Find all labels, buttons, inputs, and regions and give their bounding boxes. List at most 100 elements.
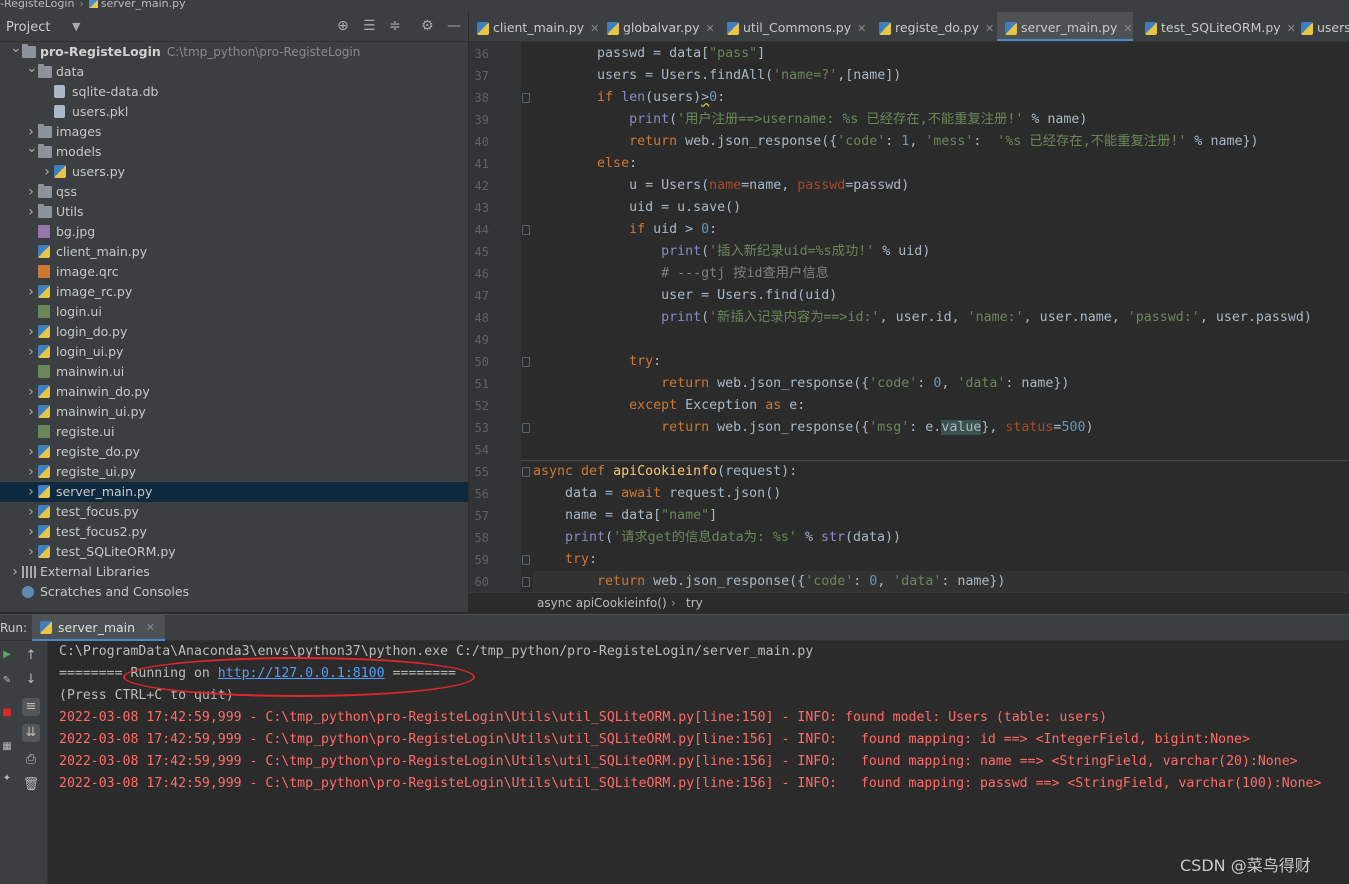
code-line[interactable]: if len(users)>0: [533, 87, 725, 109]
chevron-right-icon[interactable]: › [26, 462, 36, 482]
chevron-right-icon[interactable]: › [26, 322, 36, 342]
tree-item[interactable]: registe.ui [0, 422, 468, 442]
tree-item[interactable]: mainwin.ui [0, 362, 468, 382]
chevron-down-icon[interactable]: ⌄ [26, 58, 38, 78]
code-line[interactable]: return web.json_response({'code': 0, 'da… [533, 373, 1069, 395]
tree-item[interactable]: › mainwin_ui.py [0, 402, 468, 422]
tree-item[interactable]: › registe_do.py [0, 442, 468, 462]
close-icon[interactable]: ✕ [985, 22, 994, 35]
tree-item[interactable]: ⌄ models [0, 140, 468, 162]
chevron-right-icon[interactable]: › [26, 382, 36, 402]
code-line[interactable]: if uid > 0: [533, 219, 717, 241]
fold-marker-icon[interactable] [522, 225, 530, 235]
tree-item[interactable]: image.qrc [0, 262, 468, 282]
minimize-icon[interactable]: — [447, 19, 461, 33]
fold-marker-icon[interactable] [522, 467, 530, 477]
tree-item[interactable]: › mainwin_do.py [0, 382, 468, 402]
tree-item[interactable]: › login_do.py [0, 322, 468, 342]
trash-icon[interactable]: 🗑 [22, 776, 40, 794]
project-panel-title[interactable]: Project [6, 20, 50, 35]
code-line[interactable]: return web.json_response({'code': 1, 'me… [533, 131, 1258, 153]
code-line[interactable]: else: [533, 153, 637, 175]
chevron-down-icon[interactable]: ⌄ [26, 138, 38, 158]
editor-tab[interactable]: util_Commons.py ✕ [719, 12, 866, 41]
stop-icon[interactable]: ■ [1, 707, 13, 719]
tree-item[interactable]: › registe_ui.py [0, 462, 468, 482]
chevron-right-icon[interactable]: › [10, 562, 20, 582]
code-line[interactable]: async def apiCookieinfo(request): [533, 461, 797, 483]
fold-marker-icon[interactable] [522, 357, 530, 367]
fold-marker-icon[interactable] [522, 555, 530, 565]
code-editor[interactable]: 36 37 38 39 40 41 42 43 44 45 46 47 48 49 50 51 52 53 54 55… [469, 42, 1349, 592]
tree-item[interactable]: › External Libraries [0, 562, 468, 582]
tree-item[interactable]: › qss [0, 182, 468, 202]
chevron-right-icon[interactable]: › [26, 502, 36, 522]
tree-item[interactable]: › image_rc.py [0, 282, 468, 302]
editor-tab[interactable]: client_main.py ✕ [469, 12, 599, 41]
chevron-right-icon[interactable]: › [26, 182, 36, 202]
tree-item[interactable]: › images [0, 122, 468, 142]
code-line[interactable]: try: [533, 351, 661, 373]
code-line[interactable]: passwd = data["pass"] [533, 43, 765, 65]
tree-item[interactable]: › test_SQLiteORM.py [0, 542, 468, 562]
code-line[interactable]: # ---gtj 按id查用户信息 [533, 263, 829, 285]
code-line[interactable]: print('插入新纪录uid=%s成功!' % uid) [533, 241, 930, 263]
chevron-right-icon[interactable]: › [42, 162, 52, 182]
tree-item[interactable]: › test_focus2.py [0, 522, 468, 542]
gear-icon[interactable]: ⚙ [421, 19, 434, 33]
tree-item[interactable]: bg.jpg [0, 222, 468, 242]
code-line[interactable]: users = Users.findAll('name=?',[name]) [533, 65, 901, 87]
soft-wrap-icon[interactable]: ≡ [22, 698, 40, 716]
close-icon[interactable]: ✕ [705, 22, 714, 35]
tree-item[interactable]: › server_main.py [0, 482, 468, 502]
chevron-right-icon[interactable]: › [26, 202, 36, 222]
breadcrumb-item-try[interactable]: try [686, 593, 703, 613]
chevron-right-icon[interactable]: › [26, 442, 36, 462]
tree-item[interactable]: client_main.py [0, 242, 468, 262]
chevron-right-icon[interactable]: › [26, 282, 36, 302]
collapse-all-icon[interactable]: ≑ [389, 19, 401, 33]
fold-marker-icon[interactable] [522, 577, 530, 587]
scroll-to-end-icon[interactable]: ⇊ [22, 724, 40, 742]
close-icon[interactable]: ✕ [590, 22, 599, 35]
tree-item[interactable]: › Utils [0, 202, 468, 222]
tree-item[interactable]: › login_ui.py [0, 342, 468, 362]
editor-tab[interactable]: test_SQLiteORM.py ✕ [1137, 12, 1296, 41]
code-line[interactable]: print('新插入记录内容为==>id:', user.id, 'name:'… [533, 307, 1312, 329]
expand-all-icon[interactable]: ☰ [363, 19, 376, 33]
tree-item[interactable]: › test_focus.py [0, 502, 468, 522]
print-icon[interactable]: ⎙ [22, 751, 40, 769]
rerun-icon[interactable]: ▶ [1, 649, 13, 661]
arrow-up-icon[interactable]: ↑ [22, 647, 40, 665]
chevron-right-icon[interactable]: › [26, 482, 36, 502]
editor-tab[interactable]: users [1293, 12, 1349, 41]
close-icon[interactable]: ✕ [1123, 22, 1132, 35]
tree-item[interactable]: ⌄ data [0, 60, 468, 82]
chevron-right-icon[interactable]: › [26, 402, 36, 422]
tree-item[interactable]: › users.py [0, 162, 468, 182]
editor-tab[interactable]: server_main.py ✕ [997, 12, 1133, 41]
tree-item[interactable]: ⌄ pro-RegisteLogin C:\tmp_python\pro-Regis… [0, 42, 468, 62]
fold-marker-icon[interactable] [522, 423, 530, 433]
code-line[interactable]: try: [533, 549, 597, 571]
code-line[interactable]: return web.json_response({'code': 0, 'da… [533, 571, 1349, 592]
chevron-down-icon[interactable]: ▼ [72, 20, 80, 33]
code-line[interactable]: name = data["name"] [533, 505, 717, 527]
chevron-right-icon[interactable]: › [26, 342, 36, 362]
code-line[interactable]: user = Users.find(uid) [533, 285, 837, 307]
pin-icon[interactable]: ✦ [1, 773, 13, 785]
code-line[interactable]: uid = u.save() [533, 197, 741, 219]
code-line[interactable]: u = Users(name=name, passwd=passwd) [533, 175, 909, 197]
fold-marker-icon[interactable] [522, 93, 530, 103]
editor-tab[interactable]: globalvar.py ✕ [599, 12, 715, 41]
tree-item[interactable]: sqlite-data.db [0, 82, 468, 102]
code-line[interactable]: data = await request.json() [533, 483, 781, 505]
layout-icon[interactable]: ▦ [1, 741, 13, 753]
chevron-right-icon[interactable]: › [26, 542, 36, 562]
tree-item[interactable]: login.ui [0, 302, 468, 322]
chevron-down-icon[interactable]: ⌄ [10, 42, 22, 58]
code-line[interactable]: print('请求get的信息data为: %s' % str(data)) [533, 527, 901, 549]
code-line[interactable]: print('用户注册==>username: %s 已经存在,不能重复注册!'… [533, 109, 1087, 131]
code-line[interactable]: except Exception as e: [533, 395, 805, 417]
breadcrumb-item-function[interactable]: async apiCookieinfo() [537, 593, 667, 613]
